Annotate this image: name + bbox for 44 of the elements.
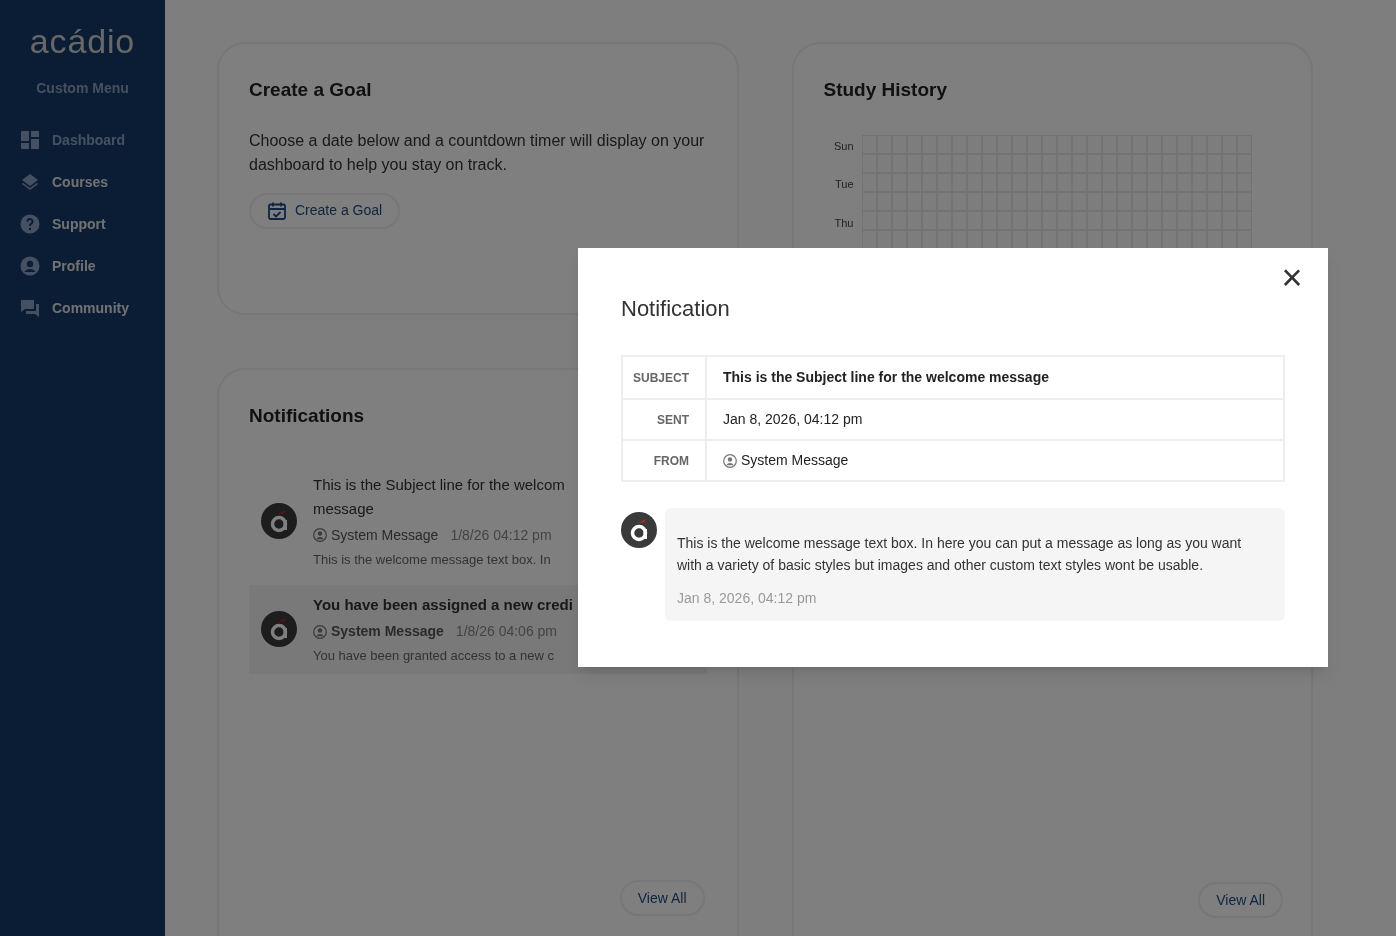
detail-label: FROM — [623, 441, 707, 480]
avatar-logo-icon — [261, 502, 297, 539]
detail-value: System Message — [707, 441, 1283, 480]
card-title: Create a Goal — [249, 78, 373, 102]
day-label: Thu — [834, 215, 854, 231]
notification-time: 1/8/26 04:12 pm — [450, 525, 552, 545]
sender-name: System Message — [331, 622, 444, 641]
sidebar-item[interactable]: Support — [0, 203, 165, 245]
notification-preview: You have been granted access to a new c — [313, 647, 555, 665]
sidebar-item[interactable]: Dashboard — [0, 119, 165, 161]
card-title: Study History — [823, 78, 949, 102]
close-button[interactable]: × — [1272, 258, 1312, 298]
notification-subject: This is the Subject line for the welcom message — [313, 474, 565, 519]
view-all-button[interactable]: View All — [1198, 882, 1283, 918]
calendar-check-icon — [267, 200, 287, 221]
sidebar-item[interactable]: Community — [0, 287, 165, 329]
sidebar-item[interactable]: Courses — [0, 161, 165, 203]
person-icon — [723, 453, 737, 468]
logo: acádio — [28, 24, 137, 58]
avatar-logo-icon — [261, 611, 297, 648]
detail-value: This is the Subject line for the welcome message — [722, 368, 1050, 387]
menu-title: Custom Menu — [35, 79, 130, 98]
create-goal-button[interactable]: Create a Goal — [249, 192, 401, 229]
detail-label: SUBJECT — [623, 357, 707, 398]
day-label: Tue — [834, 177, 854, 192]
card-title: Notifications — [249, 404, 365, 428]
sidebar-item[interactable]: Profile — [0, 245, 165, 287]
person-icon — [313, 624, 327, 639]
notification-subject: You have been assigned a new credi — [313, 595, 573, 615]
user-icon — [20, 256, 40, 276]
dashboard-icon — [20, 130, 40, 150]
dialog-title: Notification — [621, 295, 731, 323]
chat-icon — [20, 298, 40, 318]
detail-value: Jan 8, 2026, 04:12 pm — [722, 410, 864, 429]
avatar-logo-icon — [621, 512, 657, 548]
help-icon — [20, 214, 40, 234]
card-text: Choose a date below and a countdown timer will display on your dashboard to help you stay on track. — [249, 130, 706, 175]
person-icon — [313, 528, 327, 542]
day-label: Sun — [833, 138, 854, 154]
view-all-button[interactable]: View All — [619, 880, 705, 916]
detail-label: SENT — [623, 400, 707, 439]
notification-preview: This is the welcome message text box. In — [313, 550, 552, 569]
sender-name: System Message — [331, 525, 439, 545]
layers-icon — [20, 172, 40, 192]
